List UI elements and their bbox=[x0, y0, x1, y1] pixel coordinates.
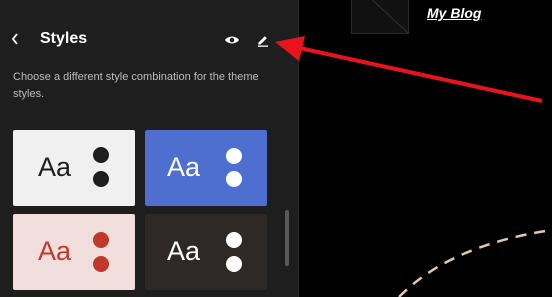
back-button[interactable] bbox=[6, 28, 24, 50]
variation-color-dot bbox=[226, 148, 242, 164]
preview-button[interactable] bbox=[222, 30, 242, 50]
variation-color-dot bbox=[93, 147, 109, 163]
variation-sample-text: Aa bbox=[167, 152, 201, 182]
style-variation-pink[interactable]: Aa bbox=[13, 214, 135, 290]
variation-color-dot bbox=[226, 232, 242, 248]
sidebar-title: Styles bbox=[40, 30, 88, 47]
variation-color-dot bbox=[226, 256, 242, 272]
variation-sample-text: Aa bbox=[38, 236, 72, 266]
variation-sample-text: Aa bbox=[167, 236, 201, 266]
placeholder-line-icon bbox=[371, 0, 409, 34]
editor-canvas: My Blog bbox=[299, 0, 552, 297]
pencil-icon bbox=[258, 36, 268, 47]
style-variation-dark[interactable]: Aa bbox=[145, 214, 267, 290]
global-styles-sidebar: Styles Choose a different style combinat… bbox=[0, 0, 299, 297]
sidebar-scrollbar[interactable] bbox=[285, 210, 289, 266]
chevron-left-icon bbox=[11, 33, 18, 45]
site-logo-placeholder[interactable] bbox=[351, 0, 409, 34]
variation-sample-text: Aa bbox=[38, 152, 72, 182]
style-variation-default[interactable]: Aa bbox=[13, 130, 135, 206]
variation-color-dot bbox=[93, 256, 109, 272]
edit-styles-button[interactable] bbox=[253, 30, 273, 50]
variation-color-dot bbox=[93, 171, 109, 187]
variation-color-dot bbox=[93, 232, 109, 248]
variation-color-dot bbox=[226, 171, 242, 187]
sidebar-description: Choose a different style combination for… bbox=[13, 71, 259, 100]
eye-icon bbox=[225, 36, 239, 44]
site-title[interactable]: My Blog bbox=[427, 5, 481, 21]
style-variation-blue[interactable]: Aa bbox=[145, 130, 267, 206]
sidebar-header: Styles bbox=[0, 0, 299, 62]
